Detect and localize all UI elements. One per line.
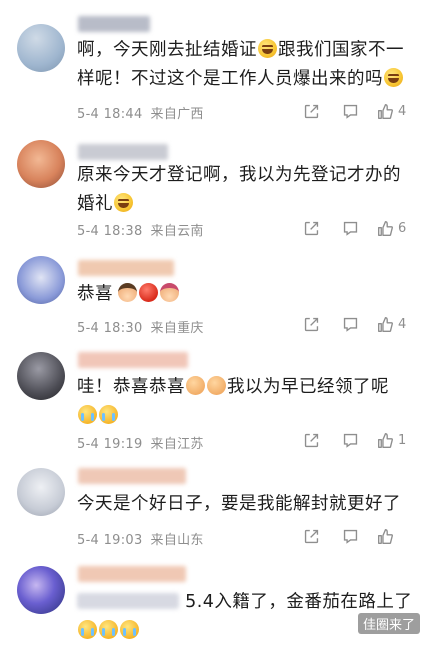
comment-actions: 4 [300, 103, 420, 123]
comment-location: 来自山东 [150, 533, 204, 548]
reply-button[interactable] [342, 103, 359, 120]
share-button[interactable] [303, 220, 320, 237]
crying-emoji-icon [99, 620, 118, 639]
avatar[interactable] [17, 24, 65, 72]
comment-location: 来自云南 [150, 224, 204, 239]
share-button[interactable] [303, 528, 320, 545]
username-blurred[interactable] [78, 468, 186, 484]
like-count: 1 [398, 433, 407, 448]
comment-actions [300, 528, 420, 548]
avatar[interactable] [17, 256, 65, 304]
thumbs-up-icon [378, 529, 393, 544]
share-icon [304, 221, 319, 236]
reply-button[interactable] [342, 528, 359, 545]
comment-time: 5-4 19:19 [77, 437, 143, 452]
share-icon [304, 529, 319, 544]
crying-emoji-icon [78, 620, 97, 639]
comment-meta: 5-4 19:03 来自山东 [77, 529, 204, 548]
username-blurred[interactable] [78, 16, 150, 32]
thumbs-up-icon [378, 221, 393, 236]
like-button[interactable] [377, 528, 394, 545]
comment-icon [343, 433, 358, 448]
like-button[interactable]: 1 [377, 432, 406, 449]
comment-text: 今天是个好日子，要是我能解封就更好了 [77, 490, 413, 519]
comment-time: 5-4 18:44 [77, 107, 143, 122]
comment-time: 5-4 18:38 [77, 224, 143, 239]
like-button[interactable]: 4 [377, 316, 406, 333]
username-blurred[interactable] [78, 144, 168, 160]
laugh-emoji-icon [384, 68, 403, 87]
username-blurred[interactable] [78, 566, 186, 582]
comment-text-part: 啊，今天刚去扯结婚证 [77, 40, 257, 60]
avatar[interactable] [17, 468, 65, 516]
comment-text-part: 今天是个好日子，要是我能解封就更好了 [77, 494, 401, 514]
laugh-emoji-icon [114, 193, 133, 212]
like-count: 4 [398, 317, 407, 332]
blush-emoji-icon [207, 376, 226, 395]
comment-text-part: 5.4入籍了，金番茄在路上了 [185, 592, 413, 612]
avatar[interactable] [17, 352, 65, 400]
comment-meta: 5-4 19:19 来自江苏 [77, 433, 204, 452]
crying-emoji-icon [99, 405, 118, 424]
share-icon [304, 104, 319, 119]
username-blurred[interactable] [78, 260, 174, 276]
comment-icon [343, 529, 358, 544]
reply-button[interactable] [342, 316, 359, 333]
blush-emoji-icon [186, 376, 205, 395]
boy-emoji-icon [118, 283, 137, 302]
crying-emoji-icon [78, 405, 97, 424]
comment-actions: 6 [300, 220, 420, 240]
crying-emoji-icon [120, 620, 139, 639]
like-button[interactable]: 4 [377, 103, 406, 120]
comment-location: 来自江苏 [150, 437, 204, 452]
comment-text-part: 哇！恭喜恭喜 [77, 377, 185, 397]
avatar[interactable] [17, 566, 65, 614]
share-button[interactable] [303, 103, 320, 120]
share-button[interactable] [303, 316, 320, 333]
username-blurred[interactable] [78, 352, 188, 368]
thumbs-up-icon [378, 104, 393, 119]
comment-location: 来自广西 [150, 107, 204, 122]
laugh-emoji-icon [258, 39, 277, 58]
comment-icon [343, 317, 358, 332]
comment-text: 哇！恭喜恭喜 我以为早已经领了呢 [77, 373, 413, 431]
comment-meta: 5-4 18:30 来自重庆 [77, 317, 204, 336]
comment-icon [343, 221, 358, 236]
comment-actions: 1 [300, 432, 420, 452]
thumbs-up-icon [378, 317, 393, 332]
like-count: 6 [398, 221, 407, 236]
like-count: 4 [398, 104, 407, 119]
watermark: 佳圈来了 [357, 613, 420, 634]
comment-text-part: 我以为早已经领了呢 [227, 377, 389, 397]
comment-text: 恭喜 [77, 280, 413, 309]
like-button[interactable]: 6 [377, 220, 406, 237]
mention-blurred[interactable] [77, 593, 179, 609]
comment-meta: 5-4 18:38 来自云南 [77, 220, 204, 239]
tomato-emoji-icon [139, 283, 158, 302]
share-button[interactable] [303, 432, 320, 449]
comment-text-part: 恭喜 [77, 284, 113, 304]
thumbs-up-icon [378, 433, 393, 448]
share-icon [304, 433, 319, 448]
comment-time: 5-4 19:03 [77, 533, 143, 548]
comment-text: 原来今天才登记啊，我以为先登记才办的婚礼 [77, 161, 413, 219]
reply-button[interactable] [342, 432, 359, 449]
share-icon [304, 317, 319, 332]
comment-location: 来自重庆 [150, 321, 204, 336]
comment-time: 5-4 18:30 [77, 321, 143, 336]
comment-meta: 5-4 18:44 来自广西 [77, 103, 204, 122]
comment-actions: 4 [300, 316, 420, 336]
comment-text: 啊，今天刚去扯结婚证 跟我们国家不一样呢！不过这个是工作人员爆出来的吗 [77, 36, 413, 94]
reply-button[interactable] [342, 220, 359, 237]
avatar[interactable] [17, 140, 65, 188]
girl-emoji-icon [160, 283, 179, 302]
comment-icon [343, 104, 358, 119]
